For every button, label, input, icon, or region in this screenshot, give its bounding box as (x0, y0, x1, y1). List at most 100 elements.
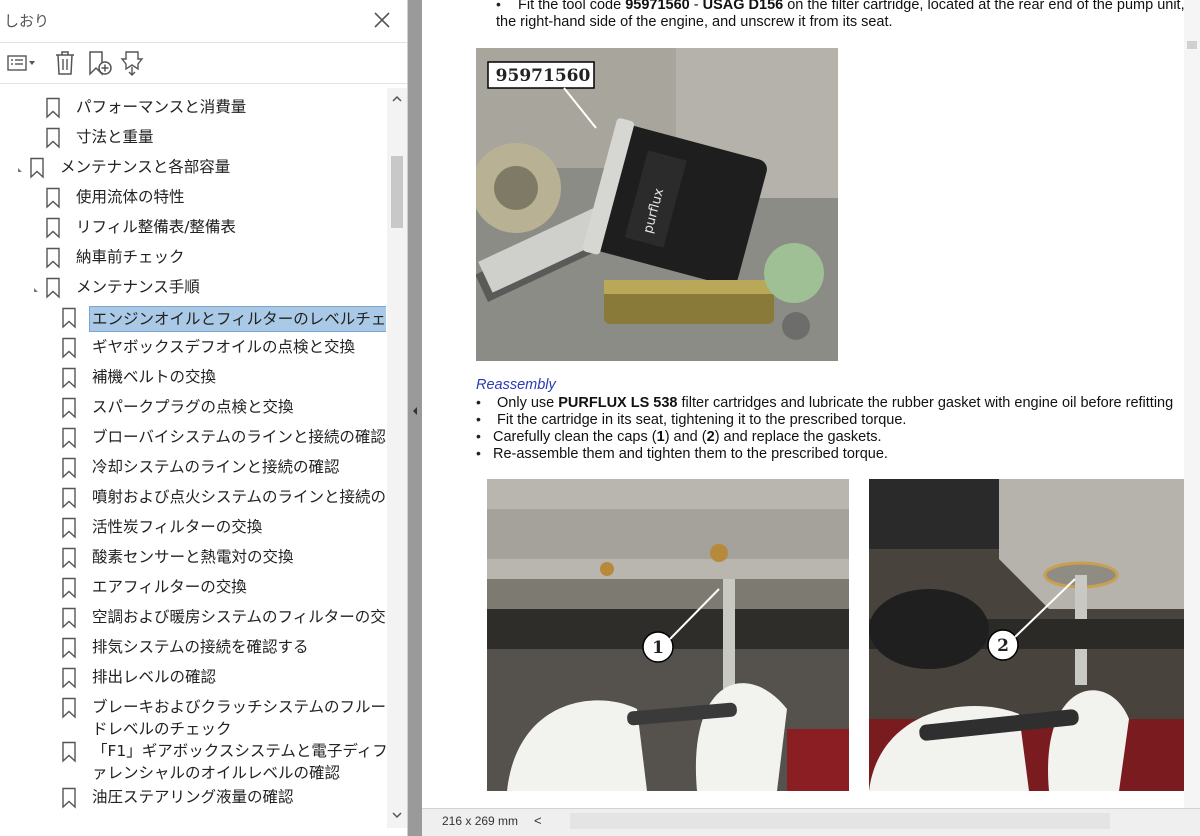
bookmark-icon (62, 607, 76, 629)
bookmark-icon (62, 577, 76, 599)
bookmark-icon (46, 217, 60, 239)
reassembly-step-2: Fit the cartridge in its seat, tightenin… (497, 412, 907, 428)
bookmark-item[interactable]: 補機ベルトの交換 (60, 366, 218, 394)
bullet: • (476, 428, 481, 444)
bookmark-icon (46, 247, 60, 269)
cap-ref-2: 2 (706, 429, 715, 445)
pane-title: しおり (4, 12, 50, 30)
text-span: Only use (497, 395, 559, 411)
text-span: ) and ( (664, 429, 707, 445)
bookmark-icon (62, 487, 76, 509)
bookmark-item[interactable]: メンテナンスと各部容量 (28, 156, 232, 184)
bookmark-item[interactable]: エンジンオイルとフィルターのレベルチェックと交換 (60, 306, 386, 334)
bookmark-item[interactable]: 活性炭フィルターの交換 (60, 516, 264, 544)
text-span: Carefully clean the caps ( (493, 429, 657, 445)
bookmark-item[interactable]: ブローバイシステムのラインと接続の確認 (60, 426, 386, 454)
pane-scrollbar[interactable] (387, 88, 407, 828)
tool-code: 95971560 (625, 0, 690, 13)
oil-filter-photo: purflux (476, 48, 838, 361)
bookmark-icon (46, 277, 60, 299)
new-bookmark-button[interactable] (86, 49, 114, 77)
bookmark-item[interactable]: 「F1」ギアボックスシステムと電子ディファレンシャルのオイルレベルの確認 (60, 740, 386, 784)
collapse-triangle-icon (18, 168, 22, 172)
bookmark-icon (62, 337, 76, 359)
bookmark-icon (62, 741, 76, 763)
scroll-up-icon[interactable] (391, 94, 403, 104)
bookmark-icon (62, 427, 76, 449)
bookmark-icon (62, 367, 76, 389)
text-span: - (689, 0, 703, 13)
bookmark-label: ギヤボックスデフオイルの点検と交換 (92, 338, 356, 356)
page-size-readout: 216 x 269 mm (442, 814, 519, 828)
bookmark-icon (46, 97, 60, 119)
trash-icon (56, 51, 74, 75)
cap-ref-1: 1 (656, 429, 665, 445)
bookmark-item[interactable]: リフィル整備表/整備表 (44, 216, 238, 244)
bookmark-label: エンジンオイルとフィルターのレベルチェックと交換 (89, 306, 386, 332)
bookmark-item[interactable]: 油圧ステアリング液量の確認 (60, 786, 296, 814)
callout-2: 2 (997, 636, 1009, 656)
status-bar: 216 x 269 mm < (422, 808, 1200, 836)
scroll-left-button[interactable]: < (534, 813, 542, 828)
bookmark-label: メンテナンスと各部容量 (60, 158, 231, 176)
expand-bookmark-icon (120, 51, 144, 76)
bookmark-item[interactable]: 冷却システムのラインと接続の確認 (60, 456, 342, 484)
bookmark-item[interactable]: 使用流体の特性 (44, 186, 187, 214)
reassembly-step-1: Only use PURFLUX LS 538 filter cartridge… (497, 395, 1173, 411)
close-pane-button[interactable] (370, 8, 394, 32)
bookmark-label: 「F1」ギアボックスシステムと電子ディファレンシャルのオイルレベルの確認 (92, 742, 386, 782)
bookmark-item[interactable]: スパークプラグの点検と交換 (60, 396, 296, 424)
bookmark-label: 空調および暖房システムのフィルターの交換 (92, 608, 386, 626)
document-page: • Fit the tool code 95971560 - USAG D156… (422, 0, 1200, 808)
bookmark-icon (62, 397, 76, 419)
document-view: • Fit the tool code 95971560 - USAG D156… (422, 0, 1200, 836)
bookmark-icon (62, 637, 76, 659)
bookmark-label: 活性炭フィルターの交換 (92, 518, 263, 536)
bookmark-item[interactable]: 空調および暖房システムのフィルターの交換 (60, 606, 386, 634)
scroll-down-icon[interactable] (391, 810, 403, 820)
expand-toggle[interactable] (32, 282, 42, 292)
bookmark-label: リフィル整備表/整備表 (76, 218, 236, 236)
bookmark-label: パフォーマンスと消費量 (76, 98, 247, 116)
pane-scroll-thumb[interactable] (391, 156, 403, 228)
bookmark-item[interactable]: 酸素センサーと熱電対の交換 (60, 546, 296, 574)
bookmark-icon (46, 187, 60, 209)
pane-splitter[interactable] (408, 0, 422, 836)
bookmark-item[interactable]: 寸法と重量 (44, 126, 156, 154)
bullet: • (496, 0, 501, 12)
bookmark-icon (46, 127, 60, 149)
bookmark-label: 補機ベルトの交換 (92, 368, 217, 386)
bookmark-icon (62, 457, 76, 479)
delete-bookmark-button[interactable] (52, 49, 78, 77)
bookmark-item[interactable]: 噴射および点火システムのラインと接続の確認 (60, 486, 386, 514)
collapse-triangle-icon (34, 288, 38, 292)
horizontal-scroll-thumb[interactable] (570, 813, 1110, 829)
bookmark-label: 油圧ステアリング液量の確認 (92, 788, 294, 806)
options-button[interactable] (6, 49, 38, 77)
bookmarks-pane: しおり パフォーマンスと消費量 寸法と重量 メンテナンスと各部容量 使用流体の特… (0, 0, 408, 836)
bookmark-item[interactable]: ブレーキおよびクラッチシステムのフルードレベルのチェック (60, 696, 386, 740)
document-scrollbar[interactable] (1184, 0, 1200, 808)
bookmark-item[interactable]: 排気システムの接続を確認する (60, 636, 311, 664)
bullet: • (476, 445, 481, 461)
bookmark-item[interactable]: エアフィルターの交換 (60, 576, 249, 604)
bookmark-label: 排気システムの接続を確認する (92, 638, 309, 656)
bookmark-item[interactable]: 排出レベルの確認 (60, 666, 218, 694)
tool-name: USAG D156 (702, 0, 784, 13)
expand-bookmark-button[interactable] (118, 49, 146, 77)
bookmark-icon (62, 787, 76, 809)
bookmark-item[interactable]: 納車前チェック (44, 246, 187, 274)
bookmark-label: 排出レベルの確認 (92, 668, 217, 686)
bookmark-item[interactable]: パフォーマンスと消費量 (44, 96, 248, 124)
instruction-line-2: the right-hand side of the engine, and u… (496, 14, 893, 30)
photo-label-tool-code: 95971560 (495, 66, 591, 86)
bookmark-item[interactable]: メンテナンス手順 (44, 276, 202, 304)
bookmark-icon (62, 667, 76, 689)
instruction-line-1: Fit the tool code 95971560 - USAG D156 o… (518, 0, 1197, 13)
cap-1-photo (487, 479, 849, 791)
bookmark-item[interactable]: ギヤボックスデフオイルの点検と交換 (60, 336, 357, 364)
expand-toggle[interactable] (16, 162, 26, 172)
scroll-up-icon[interactable] (1186, 40, 1198, 50)
bookmark-label: エアフィルターの交換 (92, 578, 247, 596)
reassembly-step-3: Carefully clean the caps (1) and (2) and… (493, 429, 882, 445)
